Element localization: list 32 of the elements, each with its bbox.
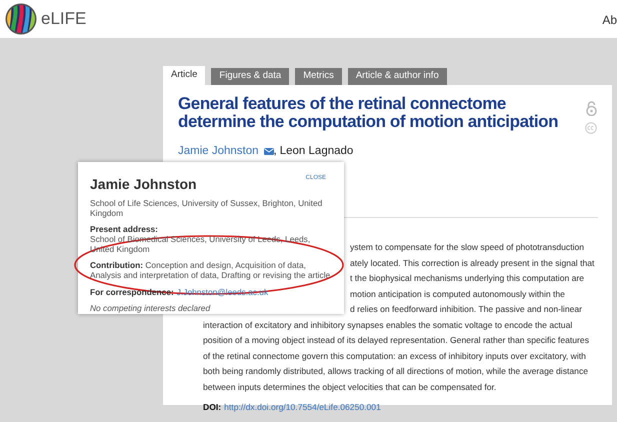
- author-name: Jamie Johnston: [90, 176, 197, 192]
- separator-text: ,: [274, 144, 277, 159]
- abstract-text: ystem to compensate for the slow speed of phototransduction: [350, 242, 584, 252]
- abstract-text: position of a moving object instead of its delayed representation. General rather than specific features: [203, 335, 589, 346]
- doi-link[interactable]: http://dx.doi.org/10.7554/eLife.06250.001: [224, 402, 381, 412]
- abstract-text: both being randomly distributed, allows tracking of all directions of motion, while the average distance: [203, 366, 588, 376]
- tab[interactable]: Article: [163, 66, 206, 85]
- tab[interactable]: Metrics: [295, 68, 342, 85]
- cc-icon: [585, 122, 597, 134]
- present-address-label: Present address:: [90, 224, 159, 234]
- tab[interactable]: Article & author info: [348, 68, 447, 85]
- nav-link[interactable]: Ab: [602, 11, 617, 29]
- abstract-text: between inputs determines the object velocities that can be compensated for.: [203, 382, 496, 392]
- abstract-text: t the biophysical mechanisms underlying this computation are: [350, 273, 584, 284]
- contribution-text: Contribution: Conception and design, Acquisition of data, Analysis and interpretation of data, Drafting or revising the article: [90, 260, 332, 280]
- abstract-text: ately located. This correction is already present in the signal that: [350, 258, 594, 268]
- logo-text[interactable]: eLIFE: [41, 6, 86, 32]
- mail-icon[interactable]: [264, 148, 274, 156]
- abstract-text: of the retinal connectome govern this computation: an excess of inhibitory inputs over excitatory, with: [203, 350, 586, 361]
- abstract-text: interaction of excitatory and inhibitory synapses enables the somatic voltage to encode the actual: [203, 320, 572, 330]
- author-link[interactable]: Leon Lagnado: [280, 143, 354, 160]
- tab[interactable]: Figures & data: [211, 68, 290, 85]
- author-link[interactable]: Jamie Johnston: [178, 143, 259, 160]
- lock-icon: [586, 101, 596, 116]
- doi-label: DOI:: [203, 402, 222, 412]
- article-title: General features of the retinal connectome determine the computation of motion anticipation: [178, 95, 560, 133]
- correspondence-label: For correspondence:: [90, 287, 174, 297]
- abstract-text: d relies on feedforward inhibition. The passive and non-linear: [350, 304, 582, 314]
- abstract-text: motion anticipation is computed autonomously within the: [350, 288, 565, 299]
- logo-icon[interactable]: [5, 3, 37, 35]
- competing-interests-text: No competing interests declared: [90, 303, 212, 313]
- affiliation-text: School of Life Sciences, University of Sussex, Brighton, United Kingdom: [90, 198, 324, 218]
